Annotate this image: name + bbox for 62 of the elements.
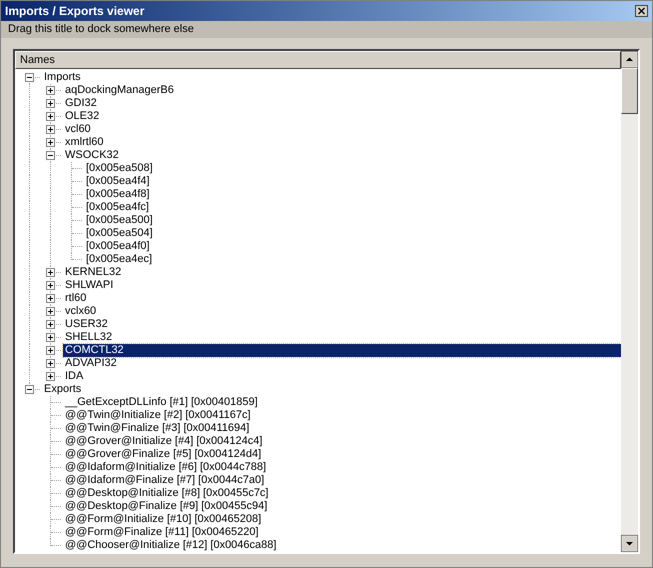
tree-item[interactable]: @@Twin@Initialize [#2] [0x0041167c]	[63, 409, 253, 422]
collapse-icon[interactable]	[46, 151, 55, 160]
expand-icon[interactable]	[46, 320, 55, 329]
tree-item[interactable]: @@Twin@Finalize [#3] [0x00411694]	[63, 422, 252, 435]
collapse-icon[interactable]	[25, 73, 34, 82]
tree-item[interactable]: [0x005ea4f4]	[84, 175, 152, 188]
expand-icon[interactable]	[46, 346, 55, 355]
dock-hint: Drag this title to dock somewhere else	[8, 22, 194, 38]
tree-item[interactable]: SHLWAPI	[63, 279, 116, 292]
tree-item[interactable]: vcl60	[63, 123, 93, 136]
tree-item[interactable]: @@Chooser@Initialize [#12] [0x0046ca88]	[63, 539, 278, 552]
scroll-down-icon[interactable]	[621, 535, 638, 552]
tree-item[interactable]: @@Grover@Finalize [#5] [0x004124d4]	[63, 448, 264, 461]
expand-icon[interactable]	[46, 86, 55, 95]
window-title: Imports / Exports viewer	[5, 3, 144, 20]
title-bar[interactable]: Imports / Exports viewer	[1, 1, 652, 21]
tree-item[interactable]: @@Idaform@Initialize [#6] [0x0044c788]	[63, 461, 268, 474]
tree-item[interactable]: vclx60	[63, 305, 98, 318]
tree-item[interactable]: @@Grover@Initialize [#4] [0x004124c4]	[63, 435, 264, 448]
tree-item[interactable]: xmlrtl60	[63, 136, 106, 149]
tree-item[interactable]: [0x005ea4ec]	[84, 253, 154, 266]
tree-item[interactable]: [0x005ea4f0]	[84, 240, 152, 253]
tree-item[interactable]: WSOCK32	[63, 149, 121, 162]
scrollbar[interactable]	[621, 51, 638, 552]
expand-icon[interactable]	[46, 372, 55, 381]
tree-item[interactable]: GDI32	[63, 97, 99, 110]
tree-item[interactable]: USER32	[63, 318, 110, 331]
expand-icon[interactable]	[46, 333, 55, 342]
expand-icon[interactable]	[46, 359, 55, 368]
tree-item[interactable]: Exports	[42, 383, 84, 396]
tree-item[interactable]: SHELL32	[63, 331, 114, 344]
expand-icon[interactable]	[46, 138, 55, 147]
tree-item[interactable]: ADVAPI32	[63, 357, 119, 370]
scroll-up-icon[interactable]	[621, 51, 638, 68]
tree-item[interactable]: OLE32	[63, 110, 102, 123]
close-icon[interactable]	[635, 5, 648, 17]
tree-item[interactable]: rtl60	[63, 292, 88, 305]
expand-icon[interactable]	[46, 112, 55, 121]
expand-icon[interactable]	[46, 294, 55, 303]
dock-hint-bar[interactable]: Drag this title to dock somewhere else	[1, 21, 652, 38]
expand-icon[interactable]	[46, 99, 55, 108]
expand-icon[interactable]	[46, 307, 55, 316]
tree-item[interactable]: KERNEL32	[63, 266, 124, 279]
tree-item[interactable]: @@Form@Finalize [#11] [0x00465220]	[63, 526, 260, 539]
tree-item[interactable]: @@Idaform@Finalize [#7] [0x0044c7a0]	[63, 474, 266, 487]
collapse-icon[interactable]	[25, 385, 34, 394]
tree-item[interactable]: [0x005ea508]	[84, 162, 155, 175]
tree-item[interactable]: __GetExceptDLLinfo [#1] [0x00401859]	[63, 396, 260, 409]
tree-item[interactable]: Imports	[42, 71, 83, 84]
tree-item[interactable]: aqDockingManagerB6	[63, 84, 176, 97]
tree-item[interactable]: @@Form@Initialize [#10] [0x00465208]	[63, 513, 264, 526]
tree-item[interactable]: @@Desktop@Finalize [#9] [0x00455c94]	[63, 500, 270, 513]
expand-icon[interactable]	[46, 281, 55, 290]
tree-item[interactable]: [0x005ea504]	[84, 227, 155, 240]
tree-item[interactable]: COMCTL32	[63, 344, 621, 357]
tree-item[interactable]: [0x005ea4f8]	[84, 188, 152, 201]
tree-item[interactable]: @@Desktop@Initialize [#8] [0x00455c7c]	[63, 487, 270, 500]
tree-item[interactable]: [0x005ea500]	[84, 214, 155, 227]
tree-item[interactable]: IDA	[63, 370, 86, 383]
tree-item[interactable]: [0x005ea4fc]	[84, 201, 151, 214]
expand-icon[interactable]	[46, 125, 55, 134]
expand-icon[interactable]	[46, 268, 55, 277]
